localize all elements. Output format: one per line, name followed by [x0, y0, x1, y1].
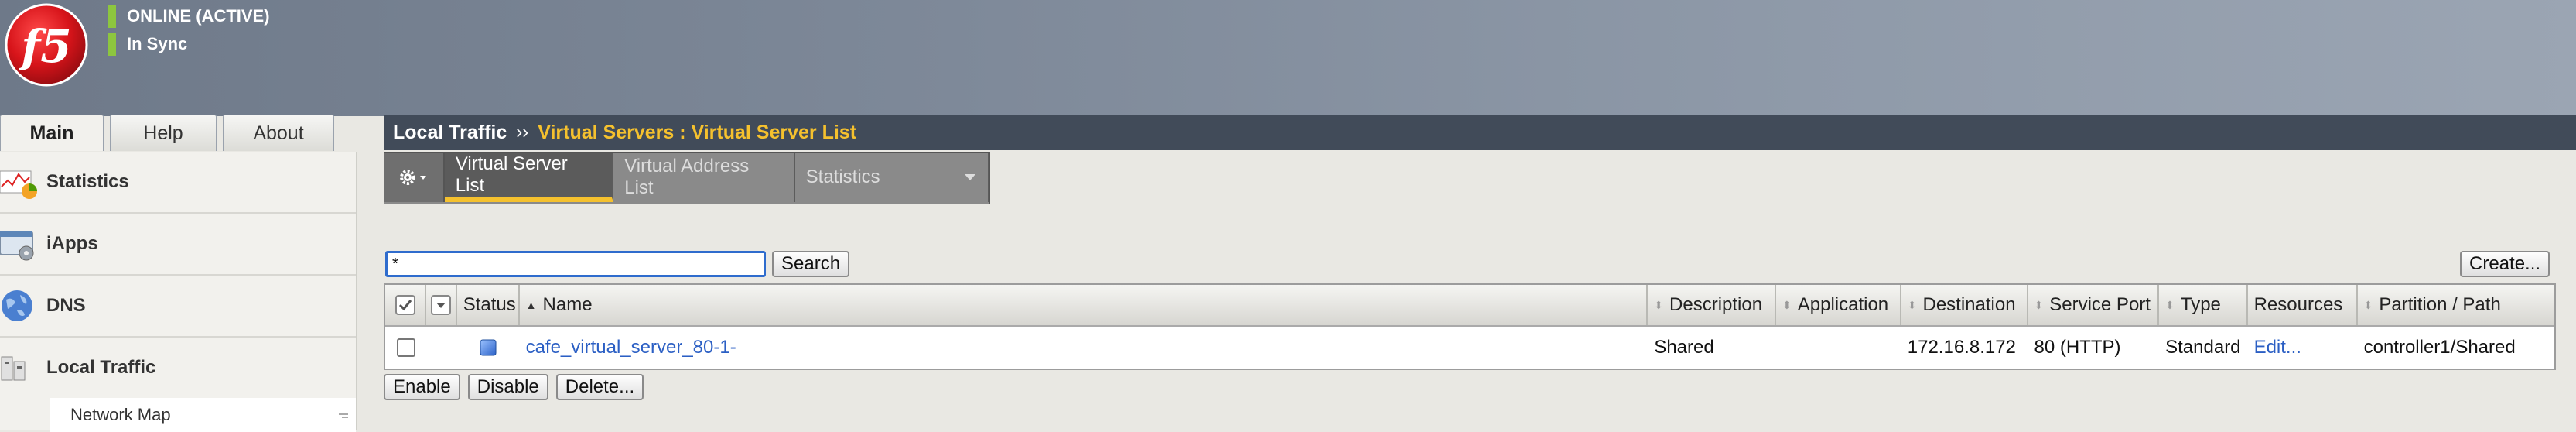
- chevron-down-icon: [430, 295, 451, 315]
- create-button[interactable]: Create...: [2460, 251, 2550, 277]
- sync-indicator: [108, 33, 116, 56]
- search-input[interactable]: [385, 251, 766, 277]
- column-name[interactable]: ▲ Name: [520, 285, 1648, 325]
- column-service-port[interactable]: ⬍ Service Port: [2028, 285, 2160, 325]
- f5-logo: f5: [5, 3, 88, 87]
- cell-partition-path: controller1/Shared: [2363, 337, 2516, 358]
- column-resources: Resources: [2248, 285, 2358, 325]
- statistics-icon: [0, 170, 37, 199]
- checkmark-icon: [395, 295, 415, 315]
- iapps-icon: [0, 231, 34, 261]
- sub-navigation: Virtual Server List Virtual Address List…: [384, 152, 990, 204]
- delete-button[interactable]: Delete...: [555, 374, 644, 400]
- edit-resources-link[interactable]: Edit...: [2248, 327, 2358, 369]
- cell-application: [1776, 327, 1901, 369]
- breadcrumb-current[interactable]: Virtual Servers : Virtual Server List: [538, 122, 856, 144]
- column-destination[interactable]: ⬍ Destination: [1901, 285, 2028, 325]
- tab-virtual-address-list[interactable]: Virtual Address List: [613, 153, 795, 202]
- tab-statistics[interactable]: Statistics: [795, 153, 990, 202]
- svg-text:f5: f5: [18, 20, 71, 73]
- table-row: cafe_virtual_server_80-1- Shared 172.16.…: [385, 327, 2554, 369]
- status-indicator: [108, 5, 116, 28]
- local-traffic-icon: [1, 356, 26, 381]
- sidebar-item-dns[interactable]: DNS: [0, 276, 356, 338]
- chevron-down-icon: [965, 174, 976, 180]
- enable-button[interactable]: Enable: [384, 374, 460, 400]
- breadcrumb: Local Traffic ›› Virtual Servers : Virtu…: [384, 115, 2576, 150]
- search-bar: Search: [385, 251, 850, 277]
- status-unknown-square-icon: [480, 339, 497, 356]
- column-application[interactable]: ⬍ Application: [1776, 285, 1901, 325]
- search-button[interactable]: Search: [772, 251, 850, 277]
- tab-main[interactable]: Main: [0, 115, 104, 151]
- expand-icon[interactable]: [337, 409, 350, 421]
- top-banner: f5 ONLINE (ACTIVE) In Sync: [0, 0, 2576, 116]
- tab-help[interactable]: Help: [110, 115, 217, 151]
- selection-menu-button[interactable]: [426, 285, 457, 325]
- cell-type: Standard: [2165, 337, 2241, 358]
- cell-description: Shared: [1654, 337, 1714, 358]
- sidebar-item-iapps[interactable]: iApps: [0, 214, 356, 276]
- sidebar: Statistics iApps DNS Local Traffic Netwo…: [0, 152, 357, 432]
- chevron-down-icon: [419, 176, 426, 180]
- column-status[interactable]: Status: [457, 285, 520, 325]
- column-type[interactable]: ⬍ Type: [2159, 285, 2248, 325]
- breadcrumb-home[interactable]: Local Traffic: [393, 122, 507, 144]
- status-online: ONLINE (ACTIVE): [108, 3, 270, 29]
- sidebar-item-local-traffic[interactable]: Local Traffic: [0, 338, 356, 398]
- status-icon: [457, 327, 520, 369]
- cell-destination: 172.16.8.172: [1907, 337, 2016, 358]
- disable-button[interactable]: Disable: [467, 374, 548, 400]
- table-header: Status ▲ Name ⬍ Description ⬍ Application ⬍…: [385, 285, 2554, 327]
- virtual-server-name-link[interactable]: cafe_virtual_server_80-1-: [520, 327, 1648, 369]
- table-actions: Enable Disable Delete...: [384, 374, 644, 400]
- dns-globe-icon: [2, 290, 32, 321]
- status-sync: In Sync: [108, 31, 270, 57]
- row-checkbox[interactable]: [385, 327, 426, 369]
- breadcrumb-separator: ››: [516, 122, 529, 142]
- settings-menu-button[interactable]: [384, 153, 445, 202]
- sidebar-subitem-network-map[interactable]: Network Map: [50, 398, 356, 432]
- sidebar-item-statistics[interactable]: Statistics: [0, 152, 356, 214]
- tab-about[interactable]: About: [223, 115, 334, 151]
- device-status: ONLINE (ACTIVE) In Sync: [108, 3, 270, 59]
- tab-virtual-server-list[interactable]: Virtual Server List: [444, 153, 614, 202]
- column-partition-path[interactable]: ⬍ Partition / Path: [2358, 285, 2554, 325]
- virtual-server-table: Status ▲ Name ⬍ Description ⬍ Application ⬍…: [384, 283, 2556, 370]
- main-tabs: Main Help About: [0, 115, 340, 152]
- gear-icon: [399, 170, 426, 185]
- select-all-checkbox[interactable]: [385, 285, 427, 325]
- column-description[interactable]: ⬍ Description: [1648, 285, 1776, 325]
- cell-service-port: 80 (HTTP): [2034, 337, 2121, 358]
